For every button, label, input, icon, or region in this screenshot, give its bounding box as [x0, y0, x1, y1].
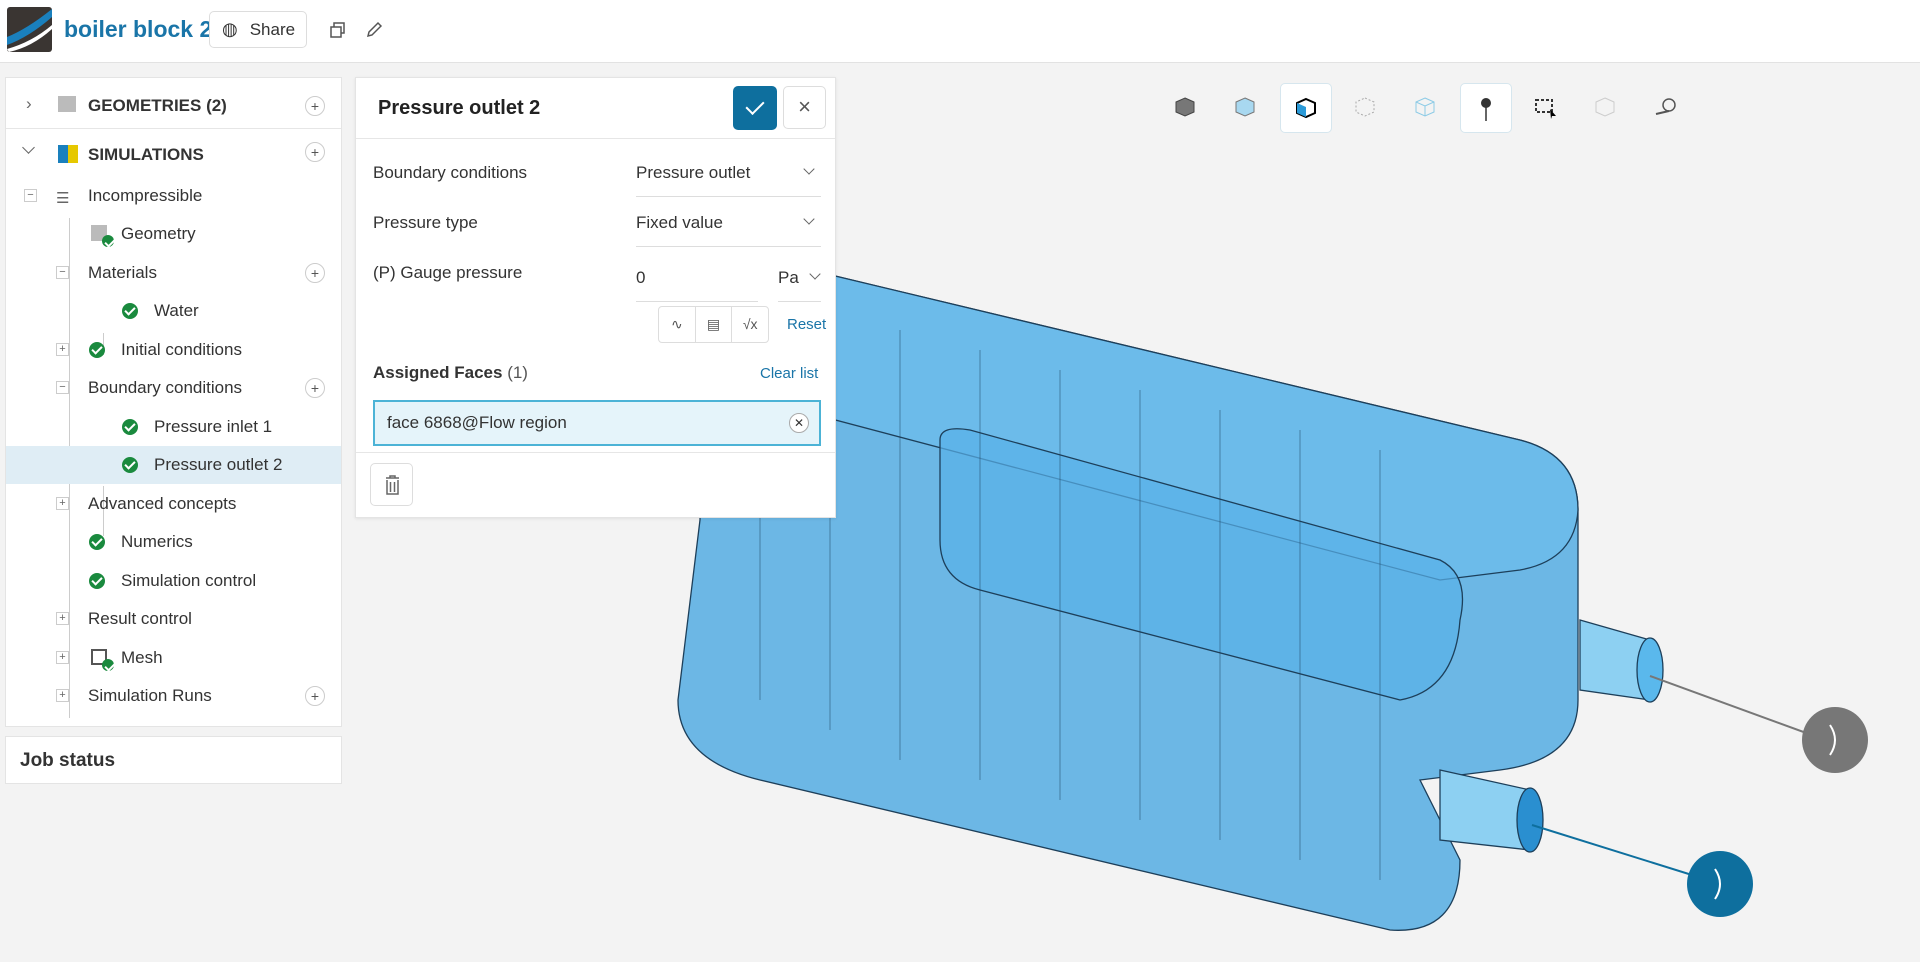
- pressure-type-select[interactable]: Fixed value: [636, 211, 821, 247]
- formula-icon[interactable]: √x: [732, 307, 768, 342]
- check-icon: [122, 303, 138, 319]
- collapse-toggle[interactable]: −: [56, 381, 69, 394]
- view-orientation-button[interactable]: [1160, 83, 1212, 133]
- tree-simulations[interactable]: SIMULATIONS +: [6, 133, 341, 177]
- box-select-button[interactable]: [1520, 83, 1572, 133]
- project-title[interactable]: boiler block 2: [64, 16, 212, 43]
- tree-item-pressure-inlet-1[interactable]: Pressure inlet 1: [6, 408, 341, 446]
- chevron-down-icon: [803, 163, 815, 175]
- simulation-cubes-icon: [58, 145, 78, 163]
- cube-solid-icon: [1175, 97, 1195, 117]
- chart-icon[interactable]: ∿: [659, 307, 696, 342]
- check-icon: [122, 457, 138, 473]
- boundary-type-select[interactable]: Pressure outlet: [636, 161, 821, 197]
- simulation-type-icon: ☰: [56, 190, 70, 207]
- confirm-button[interactable]: [733, 86, 777, 130]
- tree-item-geometry[interactable]: Geometry: [6, 215, 341, 253]
- tree-item-initial-conditions[interactable]: + Initial conditions: [6, 331, 341, 369]
- surfaces-edges-mode-button[interactable]: [1280, 83, 1332, 133]
- close-button[interactable]: ×: [783, 86, 826, 129]
- copy-icon[interactable]: [328, 20, 348, 40]
- reset-link[interactable]: Reset: [787, 316, 826, 333]
- add-run-button[interactable]: +: [305, 686, 325, 706]
- chevron-down-icon[interactable]: [22, 141, 35, 154]
- assigned-face-item[interactable]: face 6868@Flow region ✕: [373, 400, 821, 446]
- tape-measure-icon: [1655, 98, 1676, 115]
- wireframe-mode-button[interactable]: [1400, 83, 1452, 133]
- gauge-pressure-input[interactable]: 0: [636, 266, 758, 302]
- tree-item-advanced-concepts[interactable]: + Advanced concepts: [6, 485, 341, 523]
- table-icon[interactable]: ▤: [696, 307, 733, 342]
- tree-item-water[interactable]: Water: [6, 292, 341, 330]
- cube-edges-icon: [1296, 97, 1316, 119]
- measure-button[interactable]: [1640, 83, 1692, 133]
- job-status-panel[interactable]: Job status: [5, 736, 342, 784]
- cube-transparent-icon: [1235, 97, 1255, 117]
- probe-point-button[interactable]: [1460, 83, 1512, 133]
- tree-geometries[interactable]: › GEOMETRIES (2) +: [6, 83, 341, 129]
- surfaces-mode-button[interactable]: [1220, 83, 1272, 133]
- chevron-right-icon[interactable]: ›: [26, 94, 32, 114]
- tree-item-boundary-conditions[interactable]: − Boundary conditions +: [6, 369, 341, 407]
- clear-list-link[interactable]: Clear list: [760, 365, 818, 382]
- expand-toggle[interactable]: +: [56, 651, 69, 664]
- tree-item-numerics[interactable]: Numerics: [6, 523, 341, 561]
- check-icon: [102, 235, 114, 247]
- cube-outline-icon: [1415, 97, 1435, 117]
- expand-toggle[interactable]: +: [56, 612, 69, 625]
- cube-points-icon: [1355, 97, 1375, 117]
- chevron-down-icon: [803, 213, 815, 225]
- expand-toggle[interactable]: +: [56, 689, 69, 702]
- collapse-toggle[interactable]: −: [56, 266, 69, 279]
- simulation-tree: › GEOMETRIES (2) + SIMULATIONS + − ☰ Incom…: [5, 77, 342, 727]
- app-logo: [7, 7, 52, 52]
- share-button[interactable]: ◍ Share: [209, 11, 307, 48]
- check-icon: [89, 573, 105, 589]
- check-icon: [89, 342, 105, 358]
- box-select-icon: [1535, 99, 1556, 119]
- tree-item-materials[interactable]: − Materials +: [6, 254, 341, 292]
- pressure-unit-select[interactable]: Pa: [778, 266, 821, 302]
- expand-toggle[interactable]: +: [56, 497, 69, 510]
- globe-icon: ◍: [222, 19, 238, 39]
- pin-icon: [1481, 98, 1491, 121]
- add-boundary-condition-button[interactable]: +: [305, 378, 325, 398]
- tree-item-simulation-control[interactable]: Simulation control: [6, 562, 341, 600]
- pencil-icon[interactable]: [364, 20, 384, 40]
- top-bar: boiler block 2 ◍ Share: [0, 0, 1920, 63]
- remove-face-icon[interactable]: ✕: [789, 413, 809, 433]
- check-icon: [122, 419, 138, 435]
- geometry-cubes-icon: [58, 96, 76, 112]
- chevron-down-icon: [809, 268, 821, 280]
- tree-item-incompressible[interactable]: − ☰ Incompressible: [6, 177, 341, 215]
- add-material-button[interactable]: +: [305, 263, 325, 283]
- collapse-toggle[interactable]: −: [24, 189, 37, 202]
- points-mode-button[interactable]: [1340, 83, 1392, 133]
- boundary-condition-panel: Pressure outlet 2 × Boundary conditions …: [355, 77, 836, 518]
- viewport-toolbar: [1160, 80, 1676, 136]
- add-geometry-button[interactable]: +: [305, 96, 325, 116]
- tree-item-result-control[interactable]: + Result control: [6, 600, 341, 638]
- tree-item-simulation-runs[interactable]: + Simulation Runs +: [6, 677, 341, 715]
- add-simulation-button[interactable]: +: [305, 142, 325, 162]
- expand-toggle[interactable]: +: [56, 343, 69, 356]
- section-cut-button[interactable]: [1580, 83, 1632, 133]
- cube-grid-icon: [1595, 97, 1615, 117]
- panel-title: Pressure outlet 2: [378, 97, 541, 119]
- trash-icon: [386, 475, 399, 495]
- delete-button[interactable]: [370, 463, 413, 506]
- check-icon: [89, 534, 105, 550]
- tree-item-pressure-outlet-2[interactable]: Pressure outlet 2: [6, 446, 341, 484]
- check-icon: [102, 659, 114, 671]
- tree-item-mesh[interactable]: + Mesh: [6, 639, 341, 677]
